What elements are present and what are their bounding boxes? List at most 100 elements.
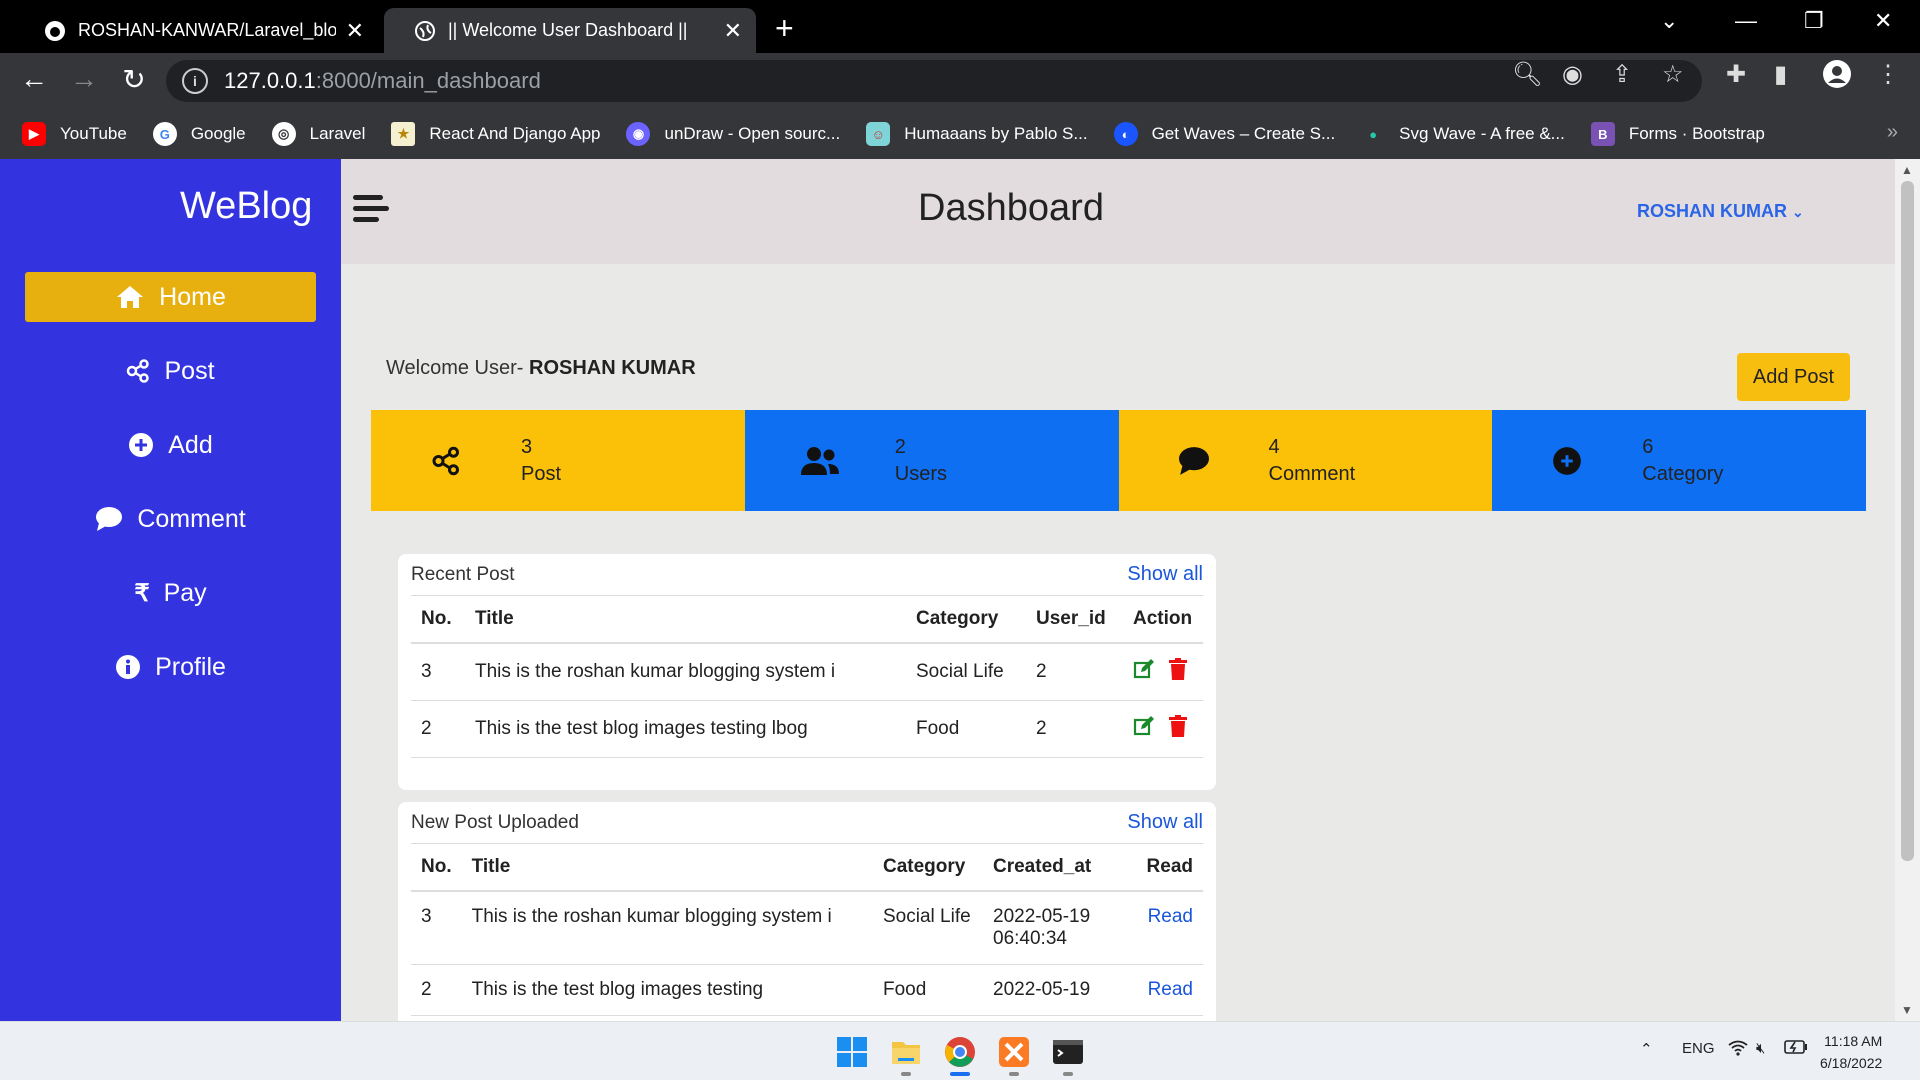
top-header: Dashboard ROSHAN KUMAR ⌄ bbox=[341, 159, 1895, 264]
stat-count: 3 bbox=[521, 435, 533, 458]
plus-circle-icon bbox=[128, 432, 154, 458]
browser-tab-dashboard[interactable]: || Welcome User Dashboard || ✕ bbox=[384, 8, 756, 53]
chevron-down-icon[interactable]: ⌄ bbox=[1660, 8, 1678, 34]
language-indicator[interactable]: ENG bbox=[1682, 1040, 1715, 1057]
reload-button[interactable]: ↻ bbox=[116, 63, 152, 96]
sidebar-item-profile[interactable]: Profile bbox=[25, 642, 316, 692]
edit-icon[interactable] bbox=[1133, 715, 1155, 743]
info-icon bbox=[115, 654, 141, 680]
bookmark-humaaans[interactable]: ☺ Humaaans by Pablo S... bbox=[866, 122, 1088, 146]
xampp-icon[interactable] bbox=[998, 1036, 1030, 1068]
chrome-icon[interactable] bbox=[944, 1036, 976, 1068]
star-icon[interactable]: ☆ bbox=[1662, 60, 1684, 89]
page-scrollbar[interactable]: ▲ ▼ bbox=[1895, 159, 1920, 1021]
read-link[interactable]: Read bbox=[1133, 891, 1203, 965]
forward-button[interactable]: → bbox=[66, 63, 102, 95]
bookmark-svgwave[interactable]: ● Svg Wave - A free &... bbox=[1361, 122, 1565, 146]
main-content: Dashboard ROSHAN KUMAR ⌄ Welcome User- R… bbox=[341, 159, 1895, 1021]
brand-logo[interactable]: WeBlog bbox=[180, 185, 312, 228]
clock-time: 11:18 AM bbox=[1824, 1033, 1883, 1049]
eye-icon[interactable]: ◉ bbox=[1562, 60, 1583, 89]
table-row: 3 This is the roshan kumar blogging syst… bbox=[411, 643, 1203, 701]
wifi-icon[interactable] bbox=[1728, 1040, 1748, 1060]
profile-avatar-icon[interactable] bbox=[1822, 59, 1852, 96]
chevron-right-icon[interactable]: » bbox=[1887, 121, 1898, 144]
close-icon[interactable]: ✕ bbox=[724, 18, 742, 44]
stat-card-post[interactable]: 3 Post bbox=[371, 410, 745, 511]
show-all-link[interactable]: Show all bbox=[1127, 563, 1203, 586]
browser-tab-github[interactable]: ROSHAN-KANWAR/Laravel_blog: Bl ✕ bbox=[14, 8, 378, 53]
sidebar-item-post[interactable]: Post bbox=[25, 346, 316, 396]
scrollbar-thumb[interactable] bbox=[1901, 181, 1914, 861]
file-explorer-icon[interactable] bbox=[890, 1036, 922, 1068]
close-window-button[interactable]: ✕ bbox=[1874, 8, 1892, 34]
bookmark-getwaves[interactable]: ◐ Get Waves – Create S... bbox=[1113, 122, 1335, 146]
bookmark-youtube[interactable]: ▶ YouTube bbox=[22, 122, 127, 146]
cell-title: This is the roshan kumar blogging system… bbox=[461, 891, 873, 965]
sidebar-item-add[interactable]: Add bbox=[25, 420, 316, 470]
bookmark-undraw[interactable]: ◉ unDraw - Open sourc... bbox=[626, 122, 840, 146]
add-post-button[interactable]: Add Post bbox=[1737, 353, 1850, 401]
stat-card-users[interactable]: 2 Users bbox=[744, 410, 1119, 511]
table-row: 3 This is the roshan kumar blogging syst… bbox=[411, 891, 1203, 965]
url-field[interactable]: i 127.0.0.1:8000/main_dashboard bbox=[166, 60, 1702, 102]
bookmark-react-django[interactable]: ★ React And Django App bbox=[391, 122, 600, 146]
page-title: Dashboard bbox=[918, 187, 1104, 229]
extensions-icon[interactable]: ✚ bbox=[1726, 60, 1746, 89]
sidebar-item-comment[interactable]: Comment bbox=[25, 494, 316, 544]
trash-icon[interactable] bbox=[1169, 658, 1187, 686]
restore-button[interactable]: ❐ bbox=[1804, 8, 1824, 34]
globe-icon: ◎ bbox=[271, 122, 296, 146]
bookmark-google[interactable]: G Google bbox=[152, 122, 246, 146]
scroll-up-arrow-icon[interactable]: ▲ bbox=[1901, 163, 1913, 177]
sidepanel-icon[interactable]: ▮ bbox=[1774, 60, 1787, 89]
cell-title: This is the test blog images testing lbo… bbox=[465, 700, 906, 758]
cell-category: Food bbox=[873, 964, 983, 1016]
sidebar-item-pay[interactable]: ₹ Pay bbox=[25, 568, 316, 618]
trash-icon[interactable] bbox=[1169, 715, 1187, 743]
battery-icon[interactable] bbox=[1784, 1040, 1808, 1058]
undraw-icon: ◉ bbox=[626, 122, 651, 146]
speaker-muted-icon[interactable]: 🔇︎ bbox=[1756, 1040, 1765, 1057]
new-tab-button[interactable]: + bbox=[775, 10, 794, 47]
address-bar: ← → ↻ i 127.0.0.1:8000/main_dashboard 🔍︎… bbox=[0, 53, 1920, 109]
stat-count: 6 bbox=[1642, 435, 1654, 458]
windows-start-icon[interactable] bbox=[836, 1036, 868, 1068]
cell-category: Food bbox=[906, 700, 1026, 758]
menu-kebab-icon[interactable]: ⋮ bbox=[1876, 60, 1900, 89]
cell-no: 2 bbox=[411, 700, 465, 758]
edit-icon[interactable] bbox=[1133, 658, 1155, 686]
scroll-down-arrow-icon[interactable]: ▼ bbox=[1901, 1003, 1913, 1017]
comment-icon bbox=[95, 506, 123, 532]
sidebar-item-label: Add bbox=[168, 430, 213, 459]
chevron-up-icon[interactable]: ⌃ bbox=[1640, 1040, 1653, 1058]
bookmark-bootstrap[interactable]: B Forms · Bootstrap bbox=[1590, 122, 1765, 146]
sidebar-menu: Home Post Add Comment ₹ Pay Profile bbox=[25, 272, 316, 716]
bookmark-laravel[interactable]: ◎ Laravel bbox=[271, 122, 365, 146]
system-clock[interactable]: 11:18 AM 6/18/2022 bbox=[1820, 1030, 1882, 1074]
back-button[interactable]: ← bbox=[16, 63, 52, 95]
running-indicator bbox=[1063, 1072, 1073, 1076]
close-icon[interactable]: ✕ bbox=[346, 18, 364, 44]
cell-user-id: 2 bbox=[1026, 700, 1123, 758]
browser-tab-bar: ROSHAN-KANWAR/Laravel_blog: Bl ✕ || Welc… bbox=[0, 0, 1920, 53]
cell-no: 3 bbox=[411, 891, 462, 965]
minimize-button[interactable]: — bbox=[1735, 8, 1757, 34]
active-indicator bbox=[950, 1072, 970, 1076]
stat-card-comment[interactable]: 4 Comment bbox=[1118, 410, 1493, 511]
show-all-link[interactable]: Show all bbox=[1127, 811, 1203, 834]
sidebar-item-label: Profile bbox=[155, 652, 226, 681]
welcome-username: ROSHAN KUMAR bbox=[529, 357, 696, 379]
user-dropdown[interactable]: ROSHAN KUMAR ⌄ bbox=[1637, 201, 1804, 222]
zoom-icon[interactable]: 🔍︎ bbox=[1512, 60, 1542, 89]
read-link[interactable]: Read bbox=[1133, 964, 1203, 1016]
terminal-icon[interactable] bbox=[1052, 1036, 1084, 1068]
humaaans-icon: ☺ bbox=[866, 122, 891, 146]
stat-label: Category bbox=[1642, 462, 1724, 485]
welcome-text: Welcome User- ROSHAN KUMAR bbox=[386, 357, 696, 379]
sidebar-item-label: Pay bbox=[163, 578, 207, 607]
share-icon[interactable]: ⇪ bbox=[1612, 60, 1632, 89]
stat-card-category[interactable]: 6 Category bbox=[1492, 410, 1866, 511]
info-icon[interactable]: i bbox=[182, 68, 208, 94]
sidebar-item-home[interactable]: Home bbox=[25, 272, 316, 322]
